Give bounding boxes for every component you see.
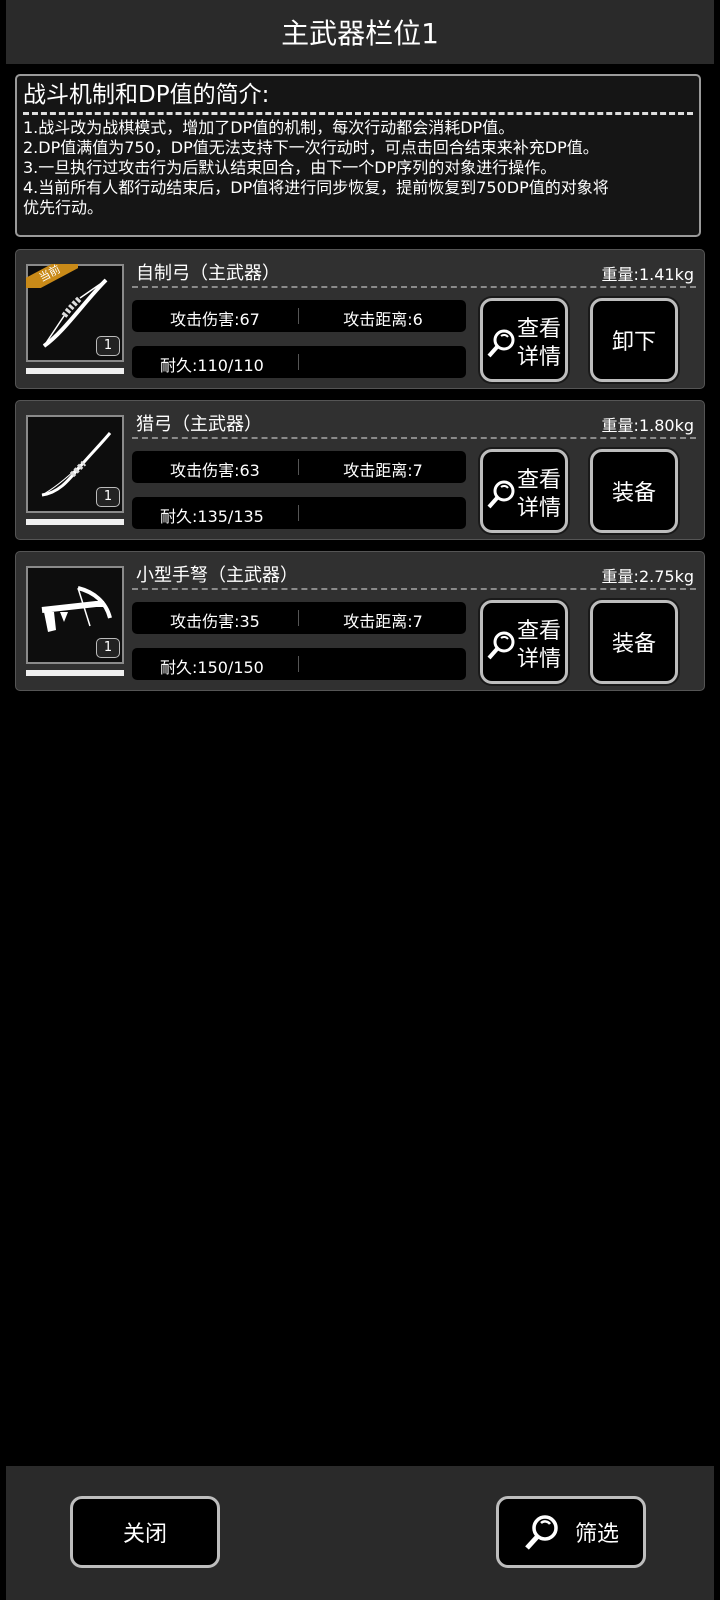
weapon-item-3: 1 小型手弩（主武器） 重量:2.75kg 攻击伤害:35 攻击距离:7 耐久:… (15, 551, 705, 691)
view-details-button[interactable]: 查看 详情 (480, 298, 568, 382)
filter-button[interactable]: 筛选 (496, 1496, 646, 1568)
close-button[interactable]: 关闭 (70, 1496, 220, 1568)
item-icon-frame[interactable]: 1 (26, 566, 124, 664)
current-badge: 当前 (26, 264, 78, 288)
item-name: 猎弓（主武器） (136, 414, 262, 435)
durability-row: 耐久:135/135 (132, 497, 466, 529)
item-weight: 重量:1.41kg (601, 265, 694, 284)
view-details-button[interactable]: 查看 详情 (480, 449, 568, 533)
item-divider (132, 588, 696, 590)
title-bar: 主武器栏位1 (6, 0, 714, 64)
unequip-button[interactable]: 卸下 (590, 298, 678, 382)
weapon-item-1: 当前 1 自制弓（主武器） 重量:1.41kg 攻击伤害:67 攻击距离:6 耐… (15, 249, 705, 389)
intro-title: 战斗机制和DP值的简介: (23, 82, 270, 108)
stat-separator (298, 610, 299, 626)
attack-stats-row: 攻击伤害:63 攻击距离:7 (132, 451, 466, 483)
window (6, 0, 714, 1600)
quantity-badge: 1 (96, 487, 120, 507)
durability-bar-fill (26, 670, 124, 676)
magnifier-icon (487, 631, 515, 660)
stat-separator (298, 505, 299, 521)
item-weight: 重量:1.80kg (601, 416, 694, 435)
durability-value: 耐久:110/110 (160, 356, 264, 375)
durability-bar-fill (26, 519, 124, 525)
durability-bar (26, 519, 124, 525)
item-icon-frame[interactable]: 当前 1 (26, 264, 124, 362)
weapon-item-2: 1 猎弓（主武器） 重量:1.80kg 攻击伤害:63 攻击距离:7 耐久:13… (15, 400, 705, 540)
attack-range: 攻击距离:7 (343, 461, 423, 480)
item-weight: 重量:2.75kg (601, 567, 694, 586)
durability-value: 耐久:150/150 (160, 658, 264, 677)
magnifier-icon (525, 1515, 558, 1550)
magnifier-icon (487, 329, 515, 358)
equip-button[interactable]: 装备 (590, 600, 678, 684)
stat-separator (298, 656, 299, 672)
durability-bar (26, 670, 124, 676)
intro-line: 优先行动。 (23, 198, 104, 217)
attack-damage: 攻击伤害:63 (170, 461, 260, 480)
stat-separator (298, 459, 299, 475)
attack-damage: 攻击伤害:35 (170, 612, 260, 631)
attack-range: 攻击距离:7 (343, 612, 423, 631)
view-details-label: 详情 (517, 496, 562, 521)
view-details-label: 详情 (517, 647, 562, 672)
stat-separator (298, 308, 299, 324)
quantity-badge: 1 (96, 336, 120, 356)
intro-line: 4.当前所有人都行动结束后，DP值将进行同步恢复，提前恢复到750DP值的对象将 (23, 178, 609, 197)
magnifier-icon (487, 480, 515, 509)
intro-panel: 战斗机制和DP值的简介: 1.战斗改为战棋模式，增加了DP值的机制，每次行动都会… (15, 74, 701, 237)
attack-stats-row: 攻击伤害:67 攻击距离:6 (132, 300, 466, 332)
intro-divider (23, 112, 693, 115)
stat-separator (298, 354, 299, 370)
view-details-button[interactable]: 查看 详情 (480, 600, 568, 684)
durability-row: 耐久:150/150 (132, 648, 466, 680)
intro-line: 1.战斗改为战棋模式，增加了DP值的机制，每次行动都会消耗DP值。 (23, 118, 515, 137)
item-divider (132, 437, 696, 439)
durability-row: 耐久:110/110 (132, 346, 466, 378)
view-details-label: 详情 (517, 345, 562, 370)
item-icon-frame[interactable]: 1 (26, 415, 124, 513)
equip-button[interactable]: 装备 (590, 449, 678, 533)
item-divider (132, 286, 696, 288)
intro-line: 2.DP值满值为750，DP值无法支持下一次行动时，可点击回合结束来补充DP值。 (23, 138, 599, 157)
attack-stats-row: 攻击伤害:35 攻击距离:7 (132, 602, 466, 634)
durability-bar-fill (26, 368, 124, 374)
durability-value: 耐久:135/135 (160, 507, 264, 526)
quantity-badge: 1 (96, 638, 120, 658)
page-title: 主武器栏位1 (281, 17, 439, 50)
intro-line: 3.一旦执行过攻击行为后默认结束回合，由下一个DP序列的对象进行操作。 (23, 158, 557, 177)
item-name: 自制弓（主武器） (136, 263, 280, 284)
attack-range: 攻击距离:6 (343, 310, 423, 329)
durability-bar (26, 368, 124, 374)
item-name: 小型手弩（主武器） (136, 565, 298, 586)
attack-damage: 攻击伤害:67 (170, 310, 260, 329)
filter-label: 筛选 (574, 1522, 619, 1547)
